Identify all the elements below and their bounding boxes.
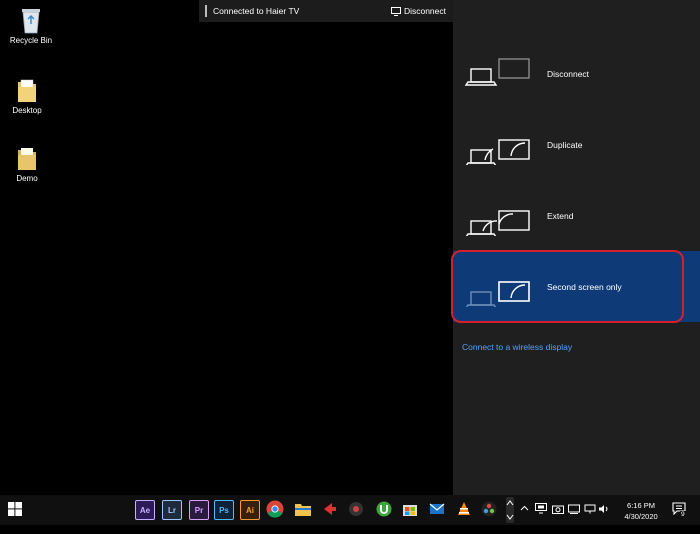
app-icon <box>324 503 336 515</box>
speaker-icon <box>599 505 608 513</box>
taskbar-app-after-effects[interactable]: Ae <box>135 500 155 520</box>
windows-logo-icon <box>8 502 22 516</box>
taskbar-scroll-buttons[interactable] <box>506 497 514 523</box>
tray-project-icon-button[interactable] <box>535 503 547 533</box>
option-label: Extend <box>547 210 574 221</box>
tray-volume-button[interactable] <box>598 504 610 534</box>
desktop-icon-desktop-folder[interactable]: Desktop <box>0 76 55 115</box>
desktop-icon-demo-folder[interactable]: Demo <box>0 144 55 183</box>
tray-camera-icon[interactable] <box>552 504 564 534</box>
project-option-disconnect[interactable]: Disconnect <box>453 38 700 109</box>
taskbar-app-premiere[interactable]: Pr <box>189 500 209 520</box>
option-label: Second screen only <box>547 281 622 292</box>
tray-date: 4/30/2020 <box>624 512 658 521</box>
device-icon <box>568 504 580 514</box>
taskbar-app-davinci[interactable] <box>480 500 498 518</box>
taskbar-app-lightroom[interactable]: Lr <box>162 500 182 520</box>
desktop-icon-label: Recycle Bin <box>9 36 53 45</box>
project-display-icon <box>535 503 547 514</box>
action-center-button[interactable]: 9 <box>672 502 686 532</box>
taskbar-app-chrome[interactable] <box>266 500 284 518</box>
option-label: Duplicate <box>547 139 583 150</box>
tray-time: 6:16 PM <box>627 501 655 510</box>
tray-device-icon[interactable] <box>568 504 580 534</box>
taskbar-app-mail[interactable] <box>428 500 446 518</box>
option-label: Disconnect <box>547 68 590 79</box>
duplicate-icon <box>465 138 530 165</box>
camera-icon <box>552 505 564 514</box>
project-panel: Disconnect Duplicate Extend Second scree… <box>453 0 700 495</box>
disconnect-icon <box>390 6 401 16</box>
tray-network-button[interactable] <box>584 504 596 534</box>
taskbar-app-utorrent[interactable] <box>375 500 393 518</box>
folder-icon <box>295 504 311 516</box>
desktop-icon-label: Demo <box>16 174 38 183</box>
app-icon <box>481 501 497 517</box>
start-button[interactable] <box>8 502 24 518</box>
chevron-up-icon <box>506 500 514 506</box>
taskbar-app-vlc[interactable] <box>455 500 473 518</box>
desktop-icon-recycle-bin[interactable]: Recycle Bin <box>3 6 59 45</box>
cast-disconnect-button[interactable]: Disconnect <box>390 6 446 16</box>
taskbar-app-media[interactable] <box>347 500 365 518</box>
taskbar-app-file-explorer[interactable] <box>294 500 312 518</box>
desktop-icon-label: Desktop <box>12 106 42 115</box>
taskbar-app-photoshop[interactable]: Ps <box>214 500 234 520</box>
app-icon <box>349 502 363 516</box>
project-option-duplicate[interactable]: Duplicate <box>453 109 700 180</box>
mail-icon <box>429 503 445 514</box>
vlc-icon <box>458 502 470 515</box>
recycle-bin-icon <box>22 9 40 34</box>
show-hidden-icons-button[interactable] <box>520 504 529 534</box>
taskbar: Ae Lr Pr Ps Ai 6:16 PM 4/30/2020 9 <box>0 495 700 525</box>
cast-disconnect-label: Disconnect <box>403 6 446 16</box>
network-icon <box>584 504 596 514</box>
connect-wireless-display-link[interactable]: Connect to a wireless display <box>462 342 572 352</box>
tray-clock[interactable]: 6:16 PM 4/30/2020 <box>620 500 662 530</box>
taskbar-app-red-arrow[interactable] <box>321 500 339 518</box>
chrome-icon <box>266 500 284 518</box>
notification-count-badge: 9 <box>680 511 686 518</box>
second-screen-only-icon <box>465 280 530 307</box>
cast-status-title: Connected to Haier TV <box>213 6 300 16</box>
folder-icon <box>18 148 36 170</box>
utorrent-icon <box>376 501 392 517</box>
project-option-second-screen-only[interactable]: Second screen only <box>453 251 700 322</box>
chevron-down-icon <box>506 514 514 520</box>
project-option-extend[interactable]: Extend <box>453 180 700 251</box>
drag-grip-icon[interactable] <box>205 5 207 17</box>
taskbar-app-illustrator[interactable]: Ai <box>240 500 260 520</box>
store-icon <box>403 505 417 516</box>
pc-screen-only-icon <box>464 57 530 86</box>
folder-icon <box>18 79 36 102</box>
taskbar-app-store[interactable] <box>401 500 419 518</box>
chevron-up-icon <box>520 505 529 511</box>
extend-icon <box>465 209 530 236</box>
